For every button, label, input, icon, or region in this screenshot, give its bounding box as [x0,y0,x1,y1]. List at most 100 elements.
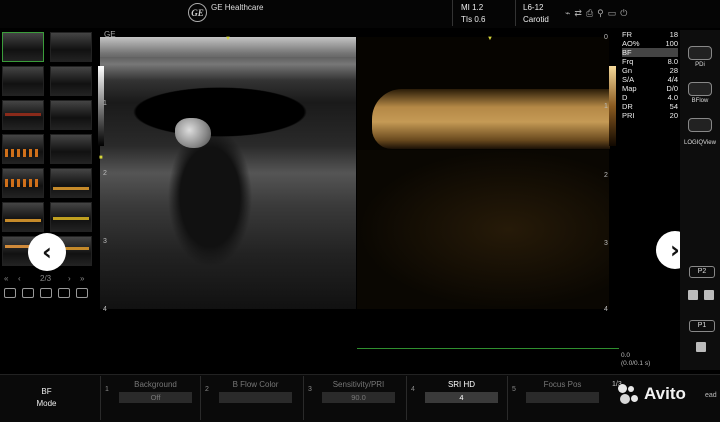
clipboard-tools [4,288,88,298]
grid-icon[interactable] [4,288,16,298]
right-touch-panel: PDi BFlow LOGIQView [680,30,720,370]
focus-marker: ▼ [487,36,493,42]
clipboard-thumbnail[interactable] [50,168,92,198]
softkey-value: Off [119,392,192,403]
clipboard-thumbnail[interactable] [50,66,92,96]
softkey-number: 4 [411,386,415,393]
clipboard-thumbnail[interactable] [50,100,92,130]
param-row: FR 18 [622,30,678,39]
pager-next-button[interactable]: › [68,274,71,283]
power-icon: ⏻ [620,8,628,18]
clipboard-thumbnail[interactable] [50,202,92,232]
logiqview-button[interactable] [688,118,712,132]
focus-marker: ▼ [225,36,231,42]
ge-logo-text: GE [191,7,204,18]
param-row: Gn 28 [622,66,678,75]
ge-logo: GE [188,3,207,22]
softkey-value [526,392,599,403]
clipboard-thumbnail[interactable] [2,134,44,164]
image-clipboard: « ‹ 2/3 › » [0,30,93,370]
param-value: 28 [669,66,678,75]
softkey-focus-pos[interactable]: 5 Focus Pos [507,376,607,420]
bflow-label: BFlow [691,98,709,104]
softkey-sensitivity[interactable]: 3 Sensitivity/PRI 90.0 [303,376,403,420]
param-row: S/A 4/4 [622,75,678,84]
softkey-value [219,392,292,403]
softkey-value: 90.0 [322,392,395,403]
mechanical-index: MI 1.2 [461,3,484,12]
softkey-bflow-color[interactable]: 2 B Flow Color [200,376,300,420]
clipboard-thumbnail[interactable] [50,32,92,62]
param-label: Gn [622,66,633,75]
avito-logo-icon [616,382,640,406]
delete-icon[interactable] [22,288,34,298]
pager-prev-button[interactable]: ‹ [18,274,21,283]
param-row: Frq 8.0 [622,57,678,66]
param-label: BF [622,48,632,57]
param-row: DR 54 [622,102,678,111]
param-label: Map [622,84,637,93]
save-icon[interactable] [40,288,52,298]
bflow-button[interactable] [688,82,712,96]
p2-button[interactable]: P2 [689,266,715,278]
softkey-value: 4 [425,392,498,403]
param-row: BF [622,48,678,57]
bflow-color-bar [609,66,616,146]
trailing-text: ead [705,392,717,399]
network-icon: ⇄ [574,8,582,18]
avito-watermark: Avito [616,382,686,406]
depth-tick-label: 3 [103,238,107,245]
printer-icon: ⎙ [585,8,594,18]
param-row: PRI 20 [622,111,678,120]
softkey-sri-hd[interactable]: 4 SRI HD 4 [406,376,506,420]
export-icon[interactable] [76,288,88,298]
bflow-vessel [372,89,610,149]
softkey-number: 1 [105,386,109,393]
depth-tick-label: 4 [604,306,608,313]
depth-tick-label: 1 [103,100,107,107]
mode-name: BF [41,387,52,396]
time-readout: 0.0 [621,352,631,359]
param-value: 4/4 [667,75,678,84]
usb-icon: ⌁ [565,8,571,18]
avito-text: Avito [644,384,686,403]
param-label: Frq [622,57,634,66]
folder-icon[interactable] [58,288,70,298]
previous-image-button[interactable]: ‹ [28,233,66,271]
clipboard-thumbnail[interactable] [2,32,44,62]
bmode-image [100,37,356,309]
p1-button[interactable]: P1 [689,320,715,332]
usb-save-icon[interactable] [688,290,698,300]
depth-tick-label: 4 [103,306,107,313]
softkey-background[interactable]: 1 Background Off [100,376,200,420]
pager-last-button[interactable]: » [80,274,84,283]
softkey-number: 2 [205,386,209,393]
depth-tick-label: 0 [604,34,608,41]
depth-tick-label: 1 [604,103,608,110]
pager-first-button[interactable]: « [4,274,8,283]
pdi-label: PDi [695,62,705,68]
param-label: DR [622,102,633,111]
clipboard-thumbnail[interactable] [2,168,44,198]
probe-name: L6-12 [523,3,544,12]
brand-name: GE Healthcare [211,3,264,12]
save-icon[interactable] [696,342,706,352]
clipboard-pager: « ‹ 2/3 › » [0,272,93,286]
clipboard-thumbnail[interactable] [50,134,92,164]
param-value: 54 [669,102,678,111]
param-label: D [622,93,628,102]
depth-tick-label: 3 [604,240,608,247]
param-value: 100 [665,39,678,48]
softkey-title: Background [134,380,177,389]
softkey-number: 5 [512,386,516,393]
bmode-plaque [175,118,211,148]
clipboard-thumbnail[interactable] [2,202,44,232]
chevron-right-icon: › [670,236,680,264]
chevron-left-icon: ‹ [42,238,52,266]
disk-save-icon[interactable] [704,290,714,300]
param-row: Map D/0 [622,84,678,93]
clipboard-thumbnail[interactable] [2,66,44,96]
param-value: D/0 [666,84,678,93]
clipboard-thumbnail[interactable] [2,100,44,130]
pdi-button[interactable] [688,46,712,60]
